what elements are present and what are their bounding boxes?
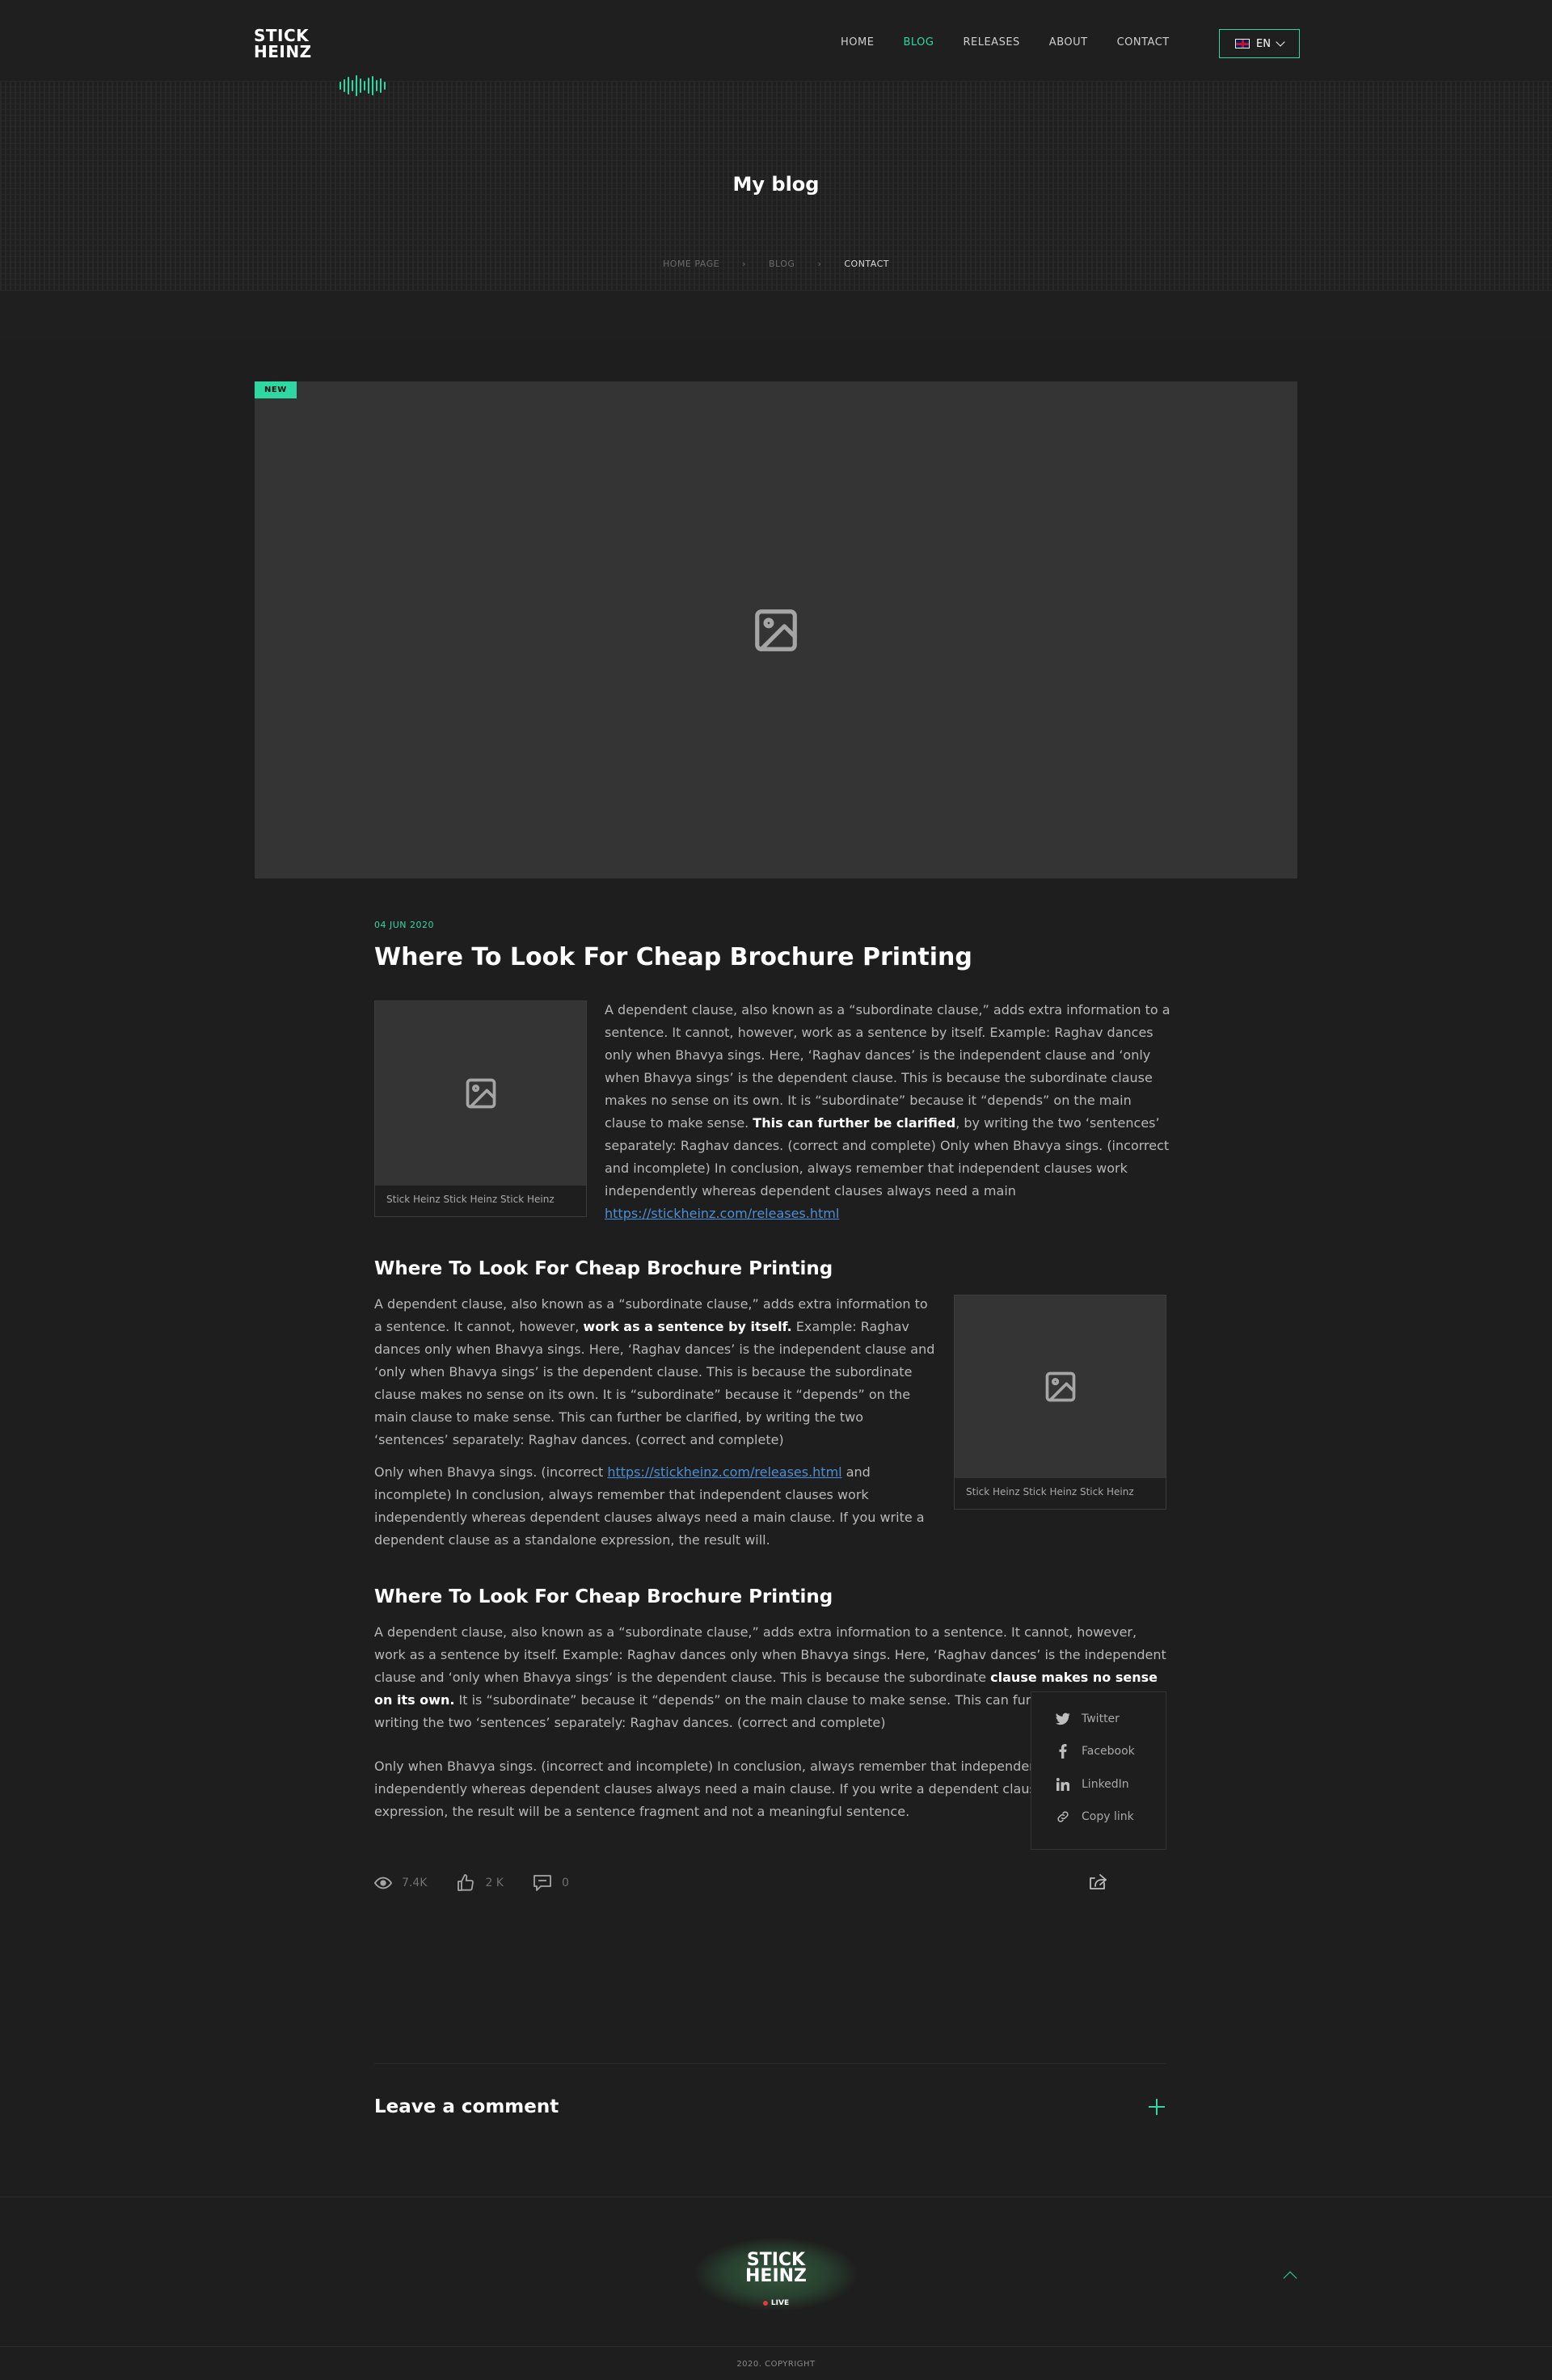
image-placeholder-icon [755,609,797,651]
views-stat: 7.4K [374,1877,427,1889]
language-selector[interactable]: EN [1219,29,1300,58]
copyright: 2020. COPYRIGHT [736,2360,816,2369]
comments-stat[interactable]: 0 [533,1874,569,1892]
site-logo[interactable]: STICK HEINZ [254,27,312,60]
live-indicator: LIVE [0,2299,1552,2307]
comment-icon [534,1875,551,1891]
section-3-title: Where To Look For Cheap Brochure Printin… [374,1586,833,1607]
footer: STICK HEINZ LIVE 2020. COPYRIGHT [0,2197,1552,2380]
figure-2: Stick Heinz Stick Heinz Stick Heinz [954,1295,1166,1510]
breadcrumb-blog[interactable]: BLOG [769,259,795,269]
nav-releases[interactable]: RELEASES [963,36,1019,48]
twitter-icon [1056,1712,1070,1726]
share-copy-link[interactable]: Copy link [1056,1809,1134,1824]
likes-stat[interactable]: 2 K [456,1873,504,1893]
language-label: EN [1256,37,1271,50]
eye-icon [374,1877,392,1889]
paragraph-2-bold: work as a sentence by itself. [583,1319,792,1334]
figure-1-image [375,1001,586,1186]
figure-2-caption: Stick Heinz Stick Heinz Stick Heinz [966,1486,1134,1498]
comments-count: 0 [562,1877,569,1889]
hero-section: STICK HEINZ HOME BLOG RELEASES ABOUT CON… [0,0,1552,339]
article-stats: 7.4K 2 K 0 [374,1873,598,1893]
footer-logo[interactable]: STICK HEINZ [0,2252,1552,2285]
equalizer-icon [340,74,386,97]
paragraph-1: A dependent clause, also known as a “sub… [605,999,1177,1225]
logo-line-2: HEINZ [254,42,312,61]
featured-image: NEW [255,381,1297,878]
share-menu: Twitter Facebook LinkedIn Copy link [1031,1691,1166,1850]
facebook-icon [1056,1744,1070,1759]
share-icon [1090,1874,1107,1889]
link-icon [1056,1809,1070,1824]
breadcrumb-separator-icon: › [742,259,746,269]
breadcrumb-current: CONTACT [844,259,890,269]
figure-1: Stick Heinz Stick Heinz Stick Heinz [374,1000,587,1217]
uk-flag-icon [1235,39,1250,48]
nav-home[interactable]: HOME [841,36,874,48]
image-placeholder-icon [1045,1371,1076,1402]
page: STICK HEINZ HOME BLOG RELEASES ABOUT CON… [0,0,1552,2380]
figure-2-image [955,1295,1166,1478]
paragraph-2: A dependent clause, also known as a “sub… [374,1293,935,1451]
share-linkedin-label: LinkedIn [1082,1778,1129,1791]
chevron-down-icon [1276,37,1285,47]
share-copy-link-label: Copy link [1082,1810,1134,1823]
share-linkedin[interactable]: LinkedIn [1056,1777,1129,1792]
share-twitter[interactable]: Twitter [1056,1712,1120,1726]
nav-contact[interactable]: CONTACT [1117,36,1170,48]
share-facebook[interactable]: Facebook [1056,1744,1135,1759]
releases-link[interactable]: https://stickheinz.com/releases.html [605,1206,839,1221]
share-twitter-label: Twitter [1082,1712,1120,1725]
live-label: LIVE [770,2299,790,2307]
article-title: Where To Look For Cheap Brochure Printin… [374,943,972,971]
paragraph-3-text-a: Only when Bhavya sings. (incorrect [374,1464,608,1480]
new-badge: NEW [255,381,297,398]
breadcrumb-separator-icon: › [817,259,822,269]
share-button[interactable] [1089,1873,1108,1894]
leave-comment-title: Leave a comment [374,2096,559,2117]
releases-link[interactable]: https://stickheinz.com/releases.html [607,1464,841,1480]
paragraph-1-bold: This can further be clarified [753,1115,956,1131]
thumbs-up-icon [458,1874,474,1891]
footer-logo-line-2: HEINZ [745,2266,807,2286]
share-facebook-label: Facebook [1082,1745,1135,1758]
paragraph-3: Only when Bhavya sings. (incorrect https… [374,1461,935,1552]
likes-count: 2 K [485,1877,504,1889]
expand-comment-plus-icon[interactable] [1149,2099,1165,2115]
linkedin-icon [1056,1777,1070,1792]
main-nav: HOME BLOG RELEASES ABOUT CONTACT [841,36,1199,48]
live-dot-icon [762,2300,768,2306]
section-2-title: Where To Look For Cheap Brochure Printin… [374,1258,833,1279]
nav-about[interactable]: ABOUT [1049,36,1088,48]
breadcrumb: HOME PAGE › BLOG › CONTACT [0,259,1552,269]
page-title: My blog [732,173,820,196]
paragraph-2-text-b: Example: Raghav dances only when Bhavya … [374,1319,935,1447]
breadcrumb-home[interactable]: HOME PAGE [663,259,719,269]
nav-blog[interactable]: BLOG [903,36,934,48]
figure-1-caption: Stick Heinz Stick Heinz Stick Heinz [386,1194,555,1205]
article-date: 04 JUN 2020 [374,920,435,930]
copyright-divider [0,2346,1552,2347]
logo-line-1: STICK [254,26,310,45]
paragraph-1-text-a: A dependent clause, also known as a “sub… [605,1002,1170,1131]
image-placeholder-icon [466,1078,496,1109]
comments-divider [374,2063,1166,2064]
views-count: 7.4K [402,1877,428,1889]
